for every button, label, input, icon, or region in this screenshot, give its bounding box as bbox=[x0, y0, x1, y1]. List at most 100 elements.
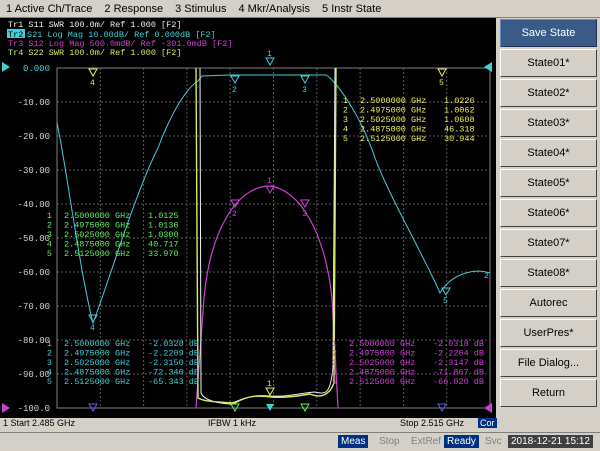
marker-readout-cell: 3 bbox=[332, 358, 337, 368]
status-ready: Ready bbox=[444, 435, 479, 448]
softkey-panel: Save State State01* State02* State03* State0… bbox=[497, 18, 600, 428]
status-datetime: 2018-12-21 15:12 bbox=[508, 435, 593, 448]
marker-readout-cell: 1 bbox=[343, 96, 348, 106]
marker-readout-cell: 5 bbox=[332, 377, 337, 387]
softkey-state03[interactable]: State03* bbox=[500, 109, 597, 137]
svg-text:3: 3 bbox=[302, 86, 307, 95]
trace-legend-tr1[interactable]: Tr1 S11 SWR 100.0m/ Ref 1.000 [F2] bbox=[8, 20, 181, 30]
marker-readout-cell: 2.4975000 GHz bbox=[360, 106, 426, 116]
softkey-state07[interactable]: State07* bbox=[500, 229, 597, 257]
marker-readout-cell: 2.5125000 GHz bbox=[64, 249, 130, 259]
marker-readout-cell: 2.5000000 GHz bbox=[360, 96, 426, 106]
measurement-display[interactable]: Tr1 S11 SWR 100.0m/ Ref 1.000 [F2] Tr2 S… bbox=[0, 18, 496, 428]
marker-readout-cell: 1.0062 bbox=[444, 106, 475, 116]
y-tick-label: -90.00 bbox=[18, 370, 50, 380]
marker-readout-cell: 40.717 bbox=[148, 240, 179, 250]
marker-readout-cell: 1.0136 bbox=[148, 221, 179, 231]
marker-readout-cell: 2.5025000 GHz bbox=[349, 358, 415, 368]
y-tick-label: -10.00 bbox=[18, 98, 50, 108]
svg-text:2: 2 bbox=[232, 210, 237, 219]
marker-readout-cell: 2.5025000 GHz bbox=[64, 358, 130, 368]
softkey-autorec[interactable]: Autorec bbox=[500, 289, 597, 317]
marker-readout-cell: 4 bbox=[343, 125, 348, 135]
menu-active-ch-trace[interactable]: 1 Active Ch/Trace bbox=[0, 3, 98, 15]
marker-readout-cell: 4 bbox=[332, 368, 337, 378]
softkey-save-state[interactable]: Save State bbox=[500, 19, 597, 47]
marker-readout-cell: 2 bbox=[343, 106, 348, 116]
marker-readout-cell: 2 bbox=[332, 349, 337, 359]
marker-readout-cell: 30.944 bbox=[444, 134, 475, 144]
softkey-return[interactable]: Return bbox=[500, 379, 597, 407]
y-tick-label: -30.00 bbox=[18, 166, 50, 176]
svg-text:2: 2 bbox=[232, 86, 237, 95]
menu-bar: 1 Active Ch/Trace 2 Response 3 Stimulus … bbox=[0, 0, 600, 18]
marker-readout-cell: 2.5125000 GHz bbox=[64, 377, 130, 387]
marker-readout-cell: 2 bbox=[47, 349, 52, 359]
softkey-state01[interactable]: State01* bbox=[500, 49, 597, 77]
svg-text:3: 3 bbox=[302, 210, 307, 219]
status-svc: Svc bbox=[485, 436, 502, 447]
softkey-userpres[interactable]: UserPres* bbox=[500, 319, 597, 347]
marker-readout-cell: -2.2264 dB bbox=[433, 349, 484, 359]
marker-table-s21-db: 1 2.5000000 GHz -2.0328 dB 2 2.4975000 GHz -2… bbox=[47, 339, 199, 387]
marker-readout-cell: 2.5000000 GHz bbox=[64, 339, 130, 349]
status-bar: Meas Stop ExtRef Ready Svc 2018-12-21 15… bbox=[0, 432, 600, 451]
y-tick-label: -20.00 bbox=[18, 132, 50, 142]
status-extref: ExtRef bbox=[411, 436, 442, 447]
marker-readout-cell: 3 bbox=[47, 230, 52, 240]
marker-readout-cell: -2.2209 dB bbox=[148, 349, 199, 359]
menu-response[interactable]: 2 Response bbox=[98, 3, 169, 15]
marker-readout-cell: -66.020 dB bbox=[433, 377, 484, 387]
softkey-file-dialog[interactable]: File Dialog... bbox=[500, 349, 597, 377]
marker-readout-cell: 2 bbox=[47, 221, 52, 231]
marker-readout-cell: 2.4875000 GHz bbox=[64, 240, 130, 250]
marker-readout-cell: 2.5125000 GHz bbox=[349, 377, 415, 387]
marker-readout-cell: 1.0226 bbox=[444, 96, 475, 106]
marker-readout-cell: -71.867 dB bbox=[433, 368, 484, 378]
status-stop: Stop bbox=[379, 436, 400, 447]
marker-readout-cell: 2.5125000 GHz bbox=[360, 134, 426, 144]
softkey-state04[interactable]: State04* bbox=[500, 139, 597, 167]
marker-readout-cell: -65.343 dB bbox=[148, 377, 199, 387]
sweep-stop[interactable]: Stop 2.515 GHz bbox=[400, 418, 464, 428]
marker-table-tr2: 1 2.5000000 GHz 1.0226 2 2.4975000 GHz 1.0062… bbox=[343, 96, 475, 144]
marker-readout-cell: 2.5025000 GHz bbox=[360, 115, 426, 125]
softkey-state06[interactable]: State06* bbox=[500, 199, 597, 227]
marker-readout-cell: 3 bbox=[47, 358, 52, 368]
marker-table-s12-db: 1 2.5000000 GHz -2.0318 dB 2 2.4975000 GHz -2… bbox=[332, 339, 484, 387]
marker-readout-cell: -72.340 dB bbox=[148, 368, 199, 378]
svg-text:1: 1 bbox=[267, 380, 272, 389]
marker-readout-cell: 3 bbox=[343, 115, 348, 125]
marker-readout-cell: 2.4975000 GHz bbox=[349, 349, 415, 359]
sweep-start[interactable]: 1 Start 2.485 GHz bbox=[3, 418, 75, 428]
marker-readout-cell: -2.0318 dB bbox=[433, 339, 484, 349]
menu-mkr-analysis[interactable]: 4 Mkr/Analysis bbox=[232, 3, 316, 15]
svg-text:4: 4 bbox=[90, 324, 95, 333]
status-meas: Meas bbox=[338, 435, 369, 448]
marker-readout-cell: 2.4875000 GHz bbox=[349, 368, 415, 378]
svg-text:1: 1 bbox=[267, 177, 272, 186]
marker-readout-cell: 1 bbox=[47, 211, 52, 221]
softkey-state05[interactable]: State05* bbox=[500, 169, 597, 197]
marker-readout-cell: 1.0608 bbox=[444, 115, 475, 125]
y-tick-label: -60.00 bbox=[18, 268, 50, 278]
menu-instr-state[interactable]: 5 Instr State bbox=[316, 3, 387, 15]
marker-readout-cell: 2.5000000 GHz bbox=[64, 211, 130, 221]
marker-readout-cell: -2.3147 dB bbox=[433, 358, 484, 368]
svg-text:1: 1 bbox=[267, 50, 272, 59]
trace-legend-tr4[interactable]: Tr4 S22 SWR 100.0m/ Ref 1.000 [F2] bbox=[8, 48, 181, 58]
marker-table-tr1: 1 2.5000000 GHz 1.0125 2 2.4975000 GHz 1.0136… bbox=[47, 211, 179, 259]
marker-readout-cell: 4 bbox=[47, 368, 52, 378]
marker-readout-cell: 2.4975000 GHz bbox=[64, 349, 130, 359]
marker-readout-cell: 2.5025000 GHz bbox=[64, 230, 130, 240]
menu-stimulus[interactable]: 3 Stimulus bbox=[169, 3, 232, 15]
ifbw-readout[interactable]: IFBW 1 kHz bbox=[208, 418, 256, 428]
marker-readout-cell: 2.4875000 GHz bbox=[64, 368, 130, 378]
softkey-state02[interactable]: State02* bbox=[500, 79, 597, 107]
marker-readout-cell: -2.0328 dB bbox=[148, 339, 199, 349]
marker-readout-cell: -2.3150 dB bbox=[148, 358, 199, 368]
marker-readout-cell: 1 bbox=[47, 339, 52, 349]
marker-readout-cell: 1.0125 bbox=[148, 211, 179, 221]
y-tick-label: -80.00 bbox=[18, 336, 50, 346]
softkey-state08[interactable]: State08* bbox=[500, 259, 597, 287]
